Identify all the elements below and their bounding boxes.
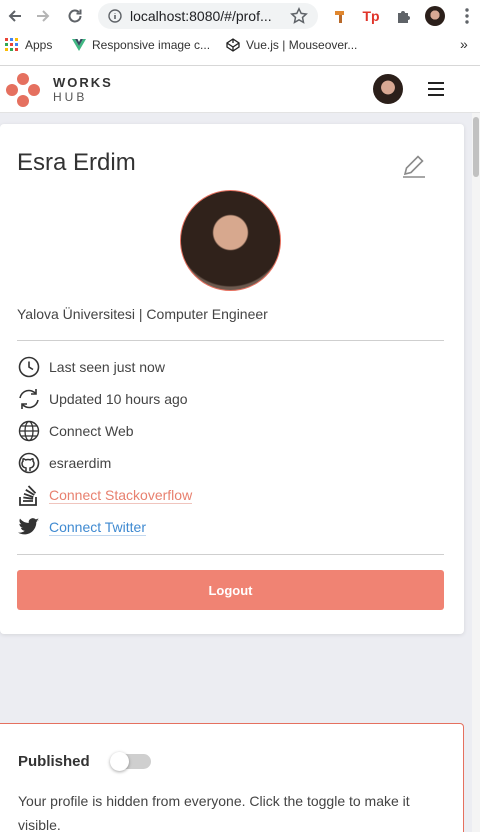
published-toggle[interactable] — [110, 752, 151, 771]
bookmark-apps-label: Apps — [25, 38, 53, 52]
last-seen-text: Last seen just now — [49, 359, 165, 375]
bookmarks-overflow-button[interactable]: » — [460, 36, 468, 52]
extensions-button[interactable] — [392, 5, 414, 27]
apps-grid-icon — [5, 38, 18, 51]
reload-button[interactable] — [64, 5, 86, 27]
logo-text-hub: HUB — [53, 90, 88, 104]
profile-school: Yalova Üniversitesi | Computer Engineer — [17, 306, 268, 322]
github-icon — [17, 451, 41, 475]
bookmark-star-button[interactable] — [288, 5, 310, 27]
hamburger-menu-icon[interactable] — [427, 81, 445, 97]
published-card: Published Your profile is hidden from ev… — [0, 723, 464, 832]
github-username: esraerdim — [49, 455, 112, 471]
published-label: Published — [18, 753, 90, 770]
connect-web-row[interactable]: Connect Web — [17, 419, 437, 443]
refresh-icon — [17, 387, 41, 411]
bookmarks-overflow-label: » — [460, 36, 468, 52]
star-icon — [290, 7, 308, 24]
bookmark-apps[interactable]: Apps — [5, 38, 52, 52]
hammer-icon — [335, 11, 344, 23]
back-button[interactable] — [4, 5, 26, 27]
browser-menu-button[interactable] — [456, 5, 478, 27]
app-header: WORKS HUB — [0, 66, 480, 113]
puzzle-icon — [398, 11, 410, 23]
profile-button[interactable] — [424, 5, 446, 27]
clock-icon — [17, 355, 41, 379]
toggle-knob[interactable] — [110, 752, 129, 771]
arrow-left-icon — [8, 10, 21, 22]
published-note: Your profile is hidden from everyone. Cl… — [18, 793, 410, 832]
scrollbar-thumb[interactable] — [473, 117, 479, 177]
connect-web-text: Connect Web — [49, 423, 134, 439]
header-avatar[interactable] — [373, 74, 403, 104]
page-scrollbar[interactable] — [472, 113, 480, 832]
tp-icon: Tp — [362, 8, 380, 24]
logo-text-works: WORKS — [53, 75, 113, 90]
connect-stackoverflow-row[interactable]: Connect Stackoverflow — [17, 483, 437, 507]
arrow-right-icon — [37, 10, 50, 22]
github-row[interactable]: esraerdim — [17, 451, 437, 475]
browser-avatar — [425, 6, 445, 26]
updated-row: Updated 10 hours ago — [17, 387, 437, 411]
profile-card: Esra Erdim Yalova Üniversitesi | Compute… — [0, 124, 464, 634]
address-bar[interactable]: localhost:8080/#/prof... — [98, 3, 318, 29]
vue-logo-icon — [72, 39, 86, 51]
bookmark-vuejs-mouseover-label: Vue.js | Mouseover... — [246, 38, 358, 52]
divider-bottom — [17, 554, 444, 555]
browser-toolbar: localhost:8080/#/prof... Tp — [0, 0, 480, 32]
connect-twitter-link[interactable]: Connect Twitter — [49, 519, 147, 536]
forward-button[interactable] — [32, 5, 54, 27]
profile-avatar — [180, 190, 281, 291]
reload-icon — [68, 9, 82, 23]
connect-stackoverflow-link[interactable]: Connect Stackoverflow — [49, 487, 193, 504]
last-seen-row: Last seen just now — [17, 355, 437, 379]
updated-text: Updated 10 hours ago — [49, 391, 188, 407]
codepen-icon — [226, 38, 240, 52]
bookmark-vuejs-mouseover[interactable]: Vue.js | Mouseover... — [226, 38, 357, 52]
connect-twitter-row[interactable]: Connect Twitter — [17, 515, 437, 539]
stackoverflow-icon — [17, 483, 41, 507]
workshub-logo-icon[interactable] — [5, 72, 41, 108]
url-text: localhost:8080/#/prof... — [130, 8, 272, 24]
twitter-icon — [17, 515, 41, 539]
extension-tp-button[interactable]: Tp — [360, 5, 382, 27]
edit-pencil-icon[interactable] — [400, 152, 428, 180]
globe-icon — [17, 419, 41, 443]
bookmarks-bar: Apps Responsive image c... Vue.js | Mous… — [0, 32, 480, 62]
bookmark-responsive-image[interactable]: Responsive image c... — [72, 38, 210, 52]
divider-top — [17, 340, 444, 341]
browser-chrome: localhost:8080/#/prof... Tp Apps Respons… — [0, 0, 480, 66]
logout-button[interactable]: Logout — [17, 570, 444, 610]
bookmark-responsive-image-label: Responsive image c... — [92, 38, 211, 52]
kebab-icon — [465, 8, 469, 24]
info-icon — [108, 9, 122, 23]
profile-name: Esra Erdim — [17, 149, 136, 176]
extension-1-button[interactable] — [330, 5, 352, 27]
